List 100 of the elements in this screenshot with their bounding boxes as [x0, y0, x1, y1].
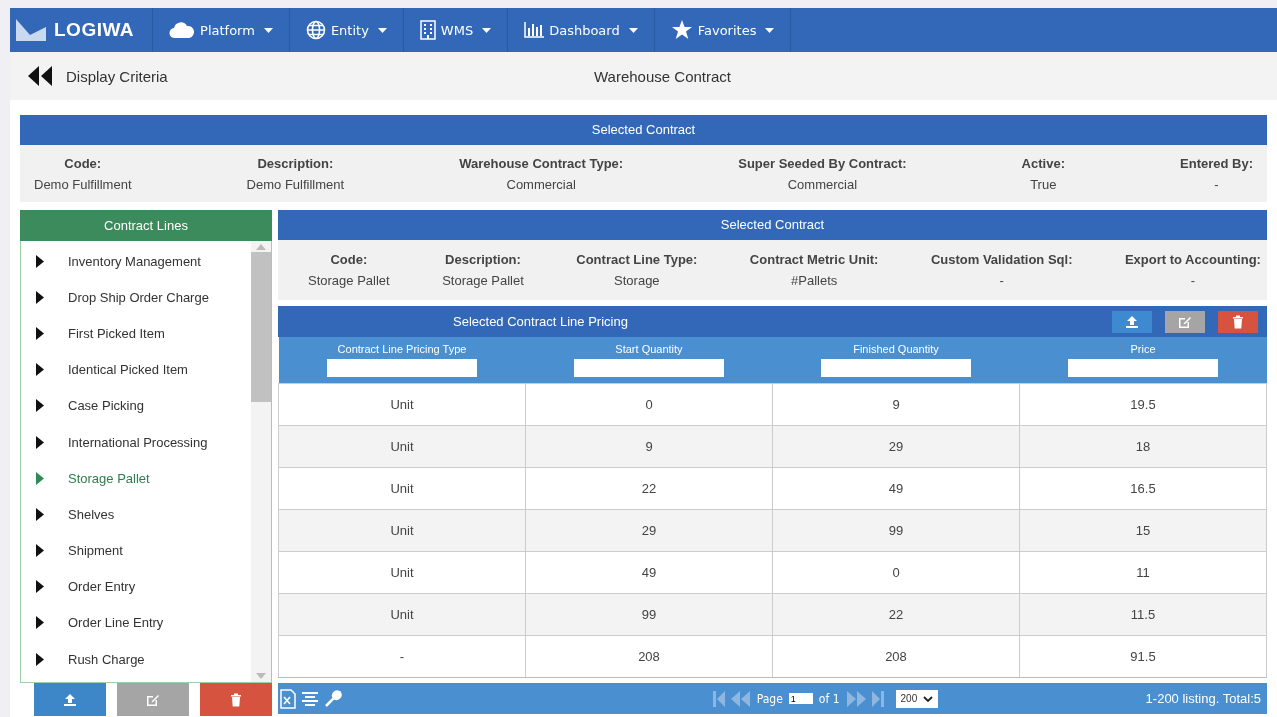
field-label: Active: [1021, 155, 1065, 171]
table-cell: 15 [1019, 509, 1267, 552]
filter-field[interactable] [821, 359, 971, 377]
list-item[interactable]: Shelves [21, 496, 251, 533]
page-count: of 1 [818, 691, 840, 706]
field-label: Contract Line Type: [576, 252, 698, 267]
page-size-dropdown[interactable]: 200 [895, 689, 939, 708]
field-value: #Pallets [791, 273, 838, 288]
globe-icon [305, 20, 326, 40]
field-label: Contract Metric Unit: [749, 252, 879, 267]
right-triangle-icon [36, 652, 44, 666]
table-cell: Unit [278, 551, 526, 594]
previous-page-icon[interactable] [730, 690, 751, 707]
right-triangle-icon [36, 399, 44, 413]
edit-icon [1178, 314, 1192, 329]
star-icon [670, 20, 693, 40]
upload-button[interactable] [34, 683, 106, 716]
table-cell: 19.5 [1019, 383, 1267, 426]
list-item[interactable]: Storage Pallet [21, 460, 251, 497]
column-title: Finished Quantity [853, 343, 939, 355]
field-label: Description: [445, 252, 521, 267]
list-item[interactable]: First Picked Item [21, 315, 251, 352]
filter-field[interactable] [327, 359, 477, 377]
table-cell: 99 [525, 593, 773, 636]
field-value: Commercial [787, 176, 858, 192]
double-left-triangle-icon [28, 66, 54, 86]
cloud-icon [169, 21, 196, 39]
right-triangle-icon [36, 290, 44, 304]
right-triangle-icon [36, 254, 44, 268]
page-number-field[interactable]: 1 [788, 693, 813, 704]
logo-icon [16, 19, 46, 41]
caret-icon [765, 27, 775, 33]
logo-text: LOGIWA [54, 19, 135, 41]
field-value: - [999, 273, 1004, 288]
trash-icon [230, 692, 242, 707]
right-triangle-icon [36, 326, 44, 340]
last-page-icon[interactable] [871, 690, 884, 707]
table-cell: Unit [278, 509, 526, 552]
table-cell: 11.5 [1019, 593, 1267, 636]
list-item[interactable]: Identical Picked Item [21, 351, 251, 388]
align-center-icon[interactable] [302, 690, 318, 707]
edit-button[interactable] [1165, 310, 1205, 333]
caret-icon [628, 27, 638, 33]
list-item[interactable]: Shipment [21, 532, 251, 569]
field-label: Warehouse Contract Type: [459, 155, 624, 171]
field-value: Storage Pallet [308, 273, 390, 288]
scrollbar[interactable] [251, 241, 271, 682]
list-item[interactable]: Order Entry [21, 568, 251, 605]
list-item[interactable]: Drop Ship Order Charge [21, 279, 251, 316]
section-header: Selected Contract [278, 210, 1267, 240]
list-item[interactable]: Rush Charge [21, 641, 251, 678]
field-label: Description: [257, 155, 334, 171]
field-value: - [1190, 273, 1196, 288]
table-cell: 29 [525, 509, 773, 552]
table-cell: 0 [772, 551, 1020, 594]
list-item[interactable]: Inventory Management [21, 243, 251, 280]
filter-field[interactable] [574, 359, 724, 377]
right-triangle-icon [36, 471, 44, 485]
caret-icon [482, 27, 492, 33]
scroll-down-icon[interactable] [256, 673, 266, 679]
list-item[interactable]: Order Line Entry [21, 604, 251, 642]
field-value: Demo Fulfillment [246, 176, 345, 192]
page-title: Warehouse Contract [594, 67, 731, 85]
delete-button[interactable] [200, 683, 272, 716]
scroll-up-icon[interactable] [256, 244, 266, 250]
field-label: Export to Accounting: [1124, 252, 1261, 267]
table-cell: 99 [772, 509, 1020, 552]
table-cell: 208 [525, 635, 773, 678]
next-page-icon[interactable] [845, 690, 866, 707]
table-cell: Unit [278, 467, 526, 510]
table-cell: 9 [772, 383, 1020, 426]
page-label: Page [756, 691, 783, 706]
table-cell: 49 [525, 551, 773, 594]
field-label: Custom Validation Sql: [930, 252, 1073, 267]
building-icon [419, 20, 436, 40]
collapse-button[interactable]: Display Criteria [10, 66, 168, 86]
bar-chart-icon [524, 22, 545, 38]
list-item[interactable]: Case Picking [21, 387, 251, 424]
right-triangle-icon [36, 363, 44, 377]
table-cell: Unit [278, 593, 526, 636]
right-triangle-icon [36, 616, 44, 630]
listing-summary: 1-200 listing. Total:5 [1144, 691, 1261, 706]
upload-button[interactable] [1112, 310, 1152, 333]
table-cell: 91.5 [1019, 635, 1267, 678]
delete-button[interactable] [1218, 310, 1258, 333]
trash-icon [1232, 314, 1244, 329]
first-page-icon[interactable] [712, 690, 725, 707]
excel-file-icon[interactable] [280, 688, 296, 709]
right-triangle-icon [36, 435, 44, 449]
edit-icon [146, 692, 160, 707]
table-cell: - [278, 635, 526, 678]
table-cell: 18 [1019, 425, 1267, 468]
upload-icon [1125, 314, 1139, 329]
field-value: True [1030, 176, 1057, 192]
right-triangle-icon [36, 507, 44, 521]
filter-field[interactable] [1068, 359, 1218, 377]
table-cell: 0 [525, 383, 773, 426]
field-label: Entered By: [1180, 155, 1253, 171]
table-cell: 11 [1019, 551, 1267, 594]
list-item[interactable]: International Processing [21, 423, 251, 461]
